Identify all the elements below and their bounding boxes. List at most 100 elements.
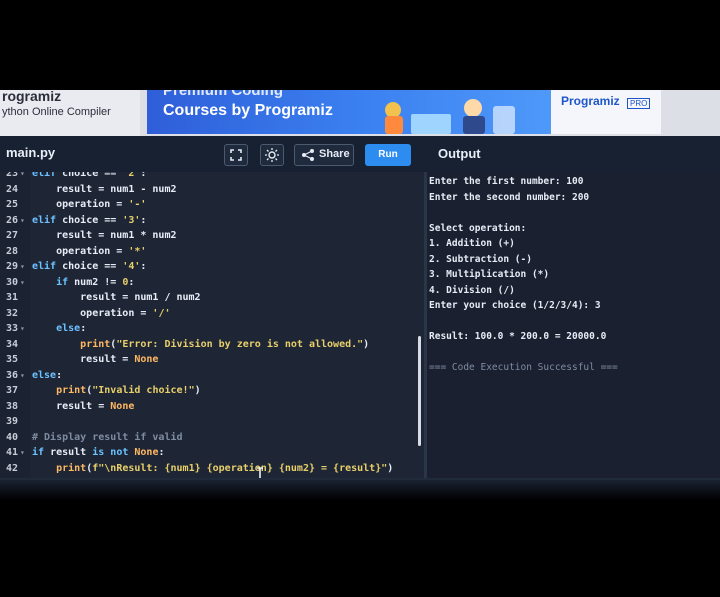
output-line: Enter the first number: 100 <box>429 176 584 187</box>
line-number: 29 <box>6 261 19 272</box>
brand-title: rogramiz <box>2 90 62 104</box>
code-text: if result is not None: <box>32 447 165 458</box>
brand-subtitle: ython Online Compiler <box>2 106 111 118</box>
fold-arrow-icon[interactable]: ▾ <box>20 213 25 228</box>
code-line[interactable]: 35 result = None <box>0 352 420 367</box>
code-line[interactable]: 37 print("Invalid choice!") <box>0 383 420 398</box>
line-number: 33 <box>6 323 19 334</box>
fold-arrow-icon[interactable]: ▾ <box>20 259 25 274</box>
line-number: 40 <box>6 431 19 443</box>
fold-arrow-icon[interactable]: ▾ <box>20 445 25 460</box>
banner-caption: Premium Coding <box>163 90 284 99</box>
code-text: else: <box>32 369 63 381</box>
code-line[interactable]: 24 result = num1 - num2 <box>0 182 420 197</box>
code-text: result = num1 - num2 <box>32 183 177 195</box>
pro-badge: PRO <box>627 98 651 109</box>
code-line[interactable]: 29 ▾ elif choice == '4': <box>0 259 420 274</box>
code-line[interactable]: 36 ▾ else: <box>0 368 420 383</box>
line-number: 34 <box>6 338 19 350</box>
run-button[interactable]: Run <box>365 144 411 166</box>
code-line[interactable]: 31 result = num1 / num2 <box>0 290 420 305</box>
code-text: if num2 != 0: <box>56 276 135 288</box>
fullscreen-button[interactable] <box>224 144 248 166</box>
code-line[interactable]: 27 result = num1 * num2 <box>0 228 420 243</box>
code-text: print(f"\nResult: {num1} {operation} {nu… <box>56 462 394 474</box>
banner-illustration <box>385 99 515 134</box>
text-cursor-icon <box>257 467 263 478</box>
output-line: Enter your choice (1/2/3/4): 3 <box>429 300 601 311</box>
screen-bezel <box>0 480 720 500</box>
code-text: operation = '/' <box>32 307 171 319</box>
share-button[interactable]: Share <box>294 144 354 166</box>
line-number: 31 <box>6 292 19 303</box>
fold-arrow-icon[interactable]: ▾ <box>20 275 25 290</box>
line-number: 42 <box>6 462 19 474</box>
line-number: 35 <box>6 354 19 365</box>
output-line: Result: 100.0 * 200.0 = 20000.0 <box>429 331 607 342</box>
code-line[interactable]: 40 # Display result if valid <box>0 430 420 445</box>
code-text: result = num1 * num2 <box>32 230 177 241</box>
code-text: operation = '-' <box>32 199 147 210</box>
file-tab[interactable]: main.py <box>6 145 55 160</box>
code-line[interactable]: 25 operation = '-' <box>0 197 420 212</box>
code-line[interactable]: 41 ▾ if result is not None: <box>0 445 420 460</box>
editor-scrollbar-thumb[interactable] <box>418 336 421 446</box>
line-number: 36 <box>6 369 19 381</box>
code-editor[interactable]: 23 ▾ elif choice == '2': 24 result = num1 -… <box>0 172 424 478</box>
code-text: result = None <box>32 354 159 365</box>
code-line[interactable]: 28 operation = '*' <box>0 244 420 259</box>
share-icon <box>302 149 314 161</box>
fold-arrow-icon[interactable]: ▾ <box>20 321 25 336</box>
code-line[interactable]: 33 ▾ else: <box>0 321 420 336</box>
line-number: 23 <box>6 172 19 179</box>
code-text: else: <box>56 323 87 334</box>
screen: rogramiz ython Online Compiler Premium C… <box>0 90 720 480</box>
programiz-logo: Programiz <box>561 94 620 108</box>
code-text: print("Invalid choice!") <box>56 385 201 396</box>
line-number: 38 <box>6 400 19 412</box>
line-number: 26 <box>6 214 19 226</box>
output-line: 1. Addition (+) <box>429 238 515 249</box>
code-line[interactable]: 39 <box>0 414 420 429</box>
banner-headline: Courses by Programiz <box>163 102 333 119</box>
fold-arrow-icon[interactable]: ▾ <box>20 368 25 383</box>
output-line: 3. Multiplication (*) <box>429 269 550 280</box>
code-text: print("Error: Division by zero is not al… <box>80 338 370 350</box>
ad-banner[interactable]: Premium Coding Courses by Programiz Prog… <box>147 90 661 134</box>
code-line[interactable]: 26 ▾ elif choice == '3': <box>0 213 420 228</box>
code-line[interactable]: 23 ▾ elif choice == '2': <box>0 172 420 181</box>
line-number: 24 <box>6 183 19 195</box>
code-text: operation = '*' <box>32 245 147 257</box>
theme-toggle-button[interactable] <box>260 144 284 166</box>
line-number: 25 <box>6 199 19 210</box>
code-line[interactable]: 30 ▾ if num2 != 0: <box>0 275 420 290</box>
output-line: 4. Division (/) <box>429 284 515 296</box>
code-text: # Display result if valid <box>32 431 183 443</box>
output-line: === Code Execution Successful === <box>429 362 618 373</box>
line-number: 27 <box>6 230 19 241</box>
code-line[interactable]: 34 print("Error: Division by zero is not… <box>0 337 420 352</box>
code-text: elif choice == '4': <box>32 261 147 272</box>
output-line: Enter the second number: 200 <box>429 191 590 203</box>
share-label: Share <box>319 148 350 160</box>
code-text: result = None <box>32 400 135 412</box>
header-bar: rogramiz ython Online Compiler Premium C… <box>0 90 720 136</box>
code-text: elif choice == '2': <box>32 172 147 179</box>
code-text: elif choice == '3': <box>32 214 147 226</box>
code-text: result = num1 / num2 <box>32 292 201 303</box>
sun-icon <box>265 148 279 162</box>
line-number: 39 <box>6 416 19 427</box>
output-title: Output <box>438 146 481 161</box>
fold-arrow-icon[interactable]: ▾ <box>20 172 25 181</box>
editor-scrollbar[interactable] <box>418 174 421 474</box>
code-line[interactable]: 42 print(f"\nResult: {num1} {operation} … <box>0 461 420 476</box>
line-number: 30 <box>6 276 19 288</box>
output-console: Enter the first number: 100 Enter the sec… <box>427 172 720 478</box>
line-number: 32 <box>6 307 19 319</box>
line-number: 37 <box>6 385 19 396</box>
brand[interactable]: rogramiz ython Online Compiler <box>0 90 140 136</box>
output-line: Select operation: <box>429 222 527 234</box>
code-line[interactable]: 32 operation = '/' <box>0 306 420 321</box>
code-line[interactable]: 38 result = None <box>0 399 420 414</box>
fullscreen-icon <box>230 149 242 161</box>
